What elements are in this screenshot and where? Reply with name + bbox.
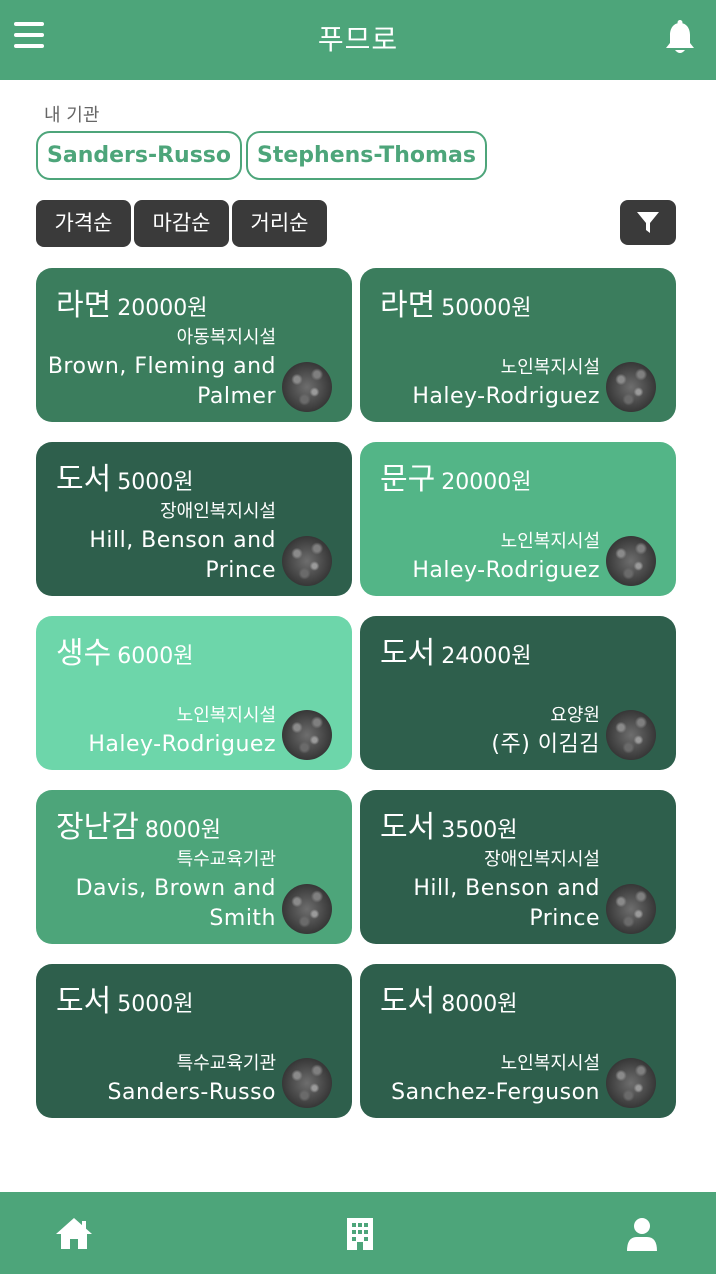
card-institution-type: 노인복지시설	[500, 357, 600, 378]
card-institution-name: (주) 이김김	[491, 732, 600, 757]
institution-avatar	[282, 362, 332, 412]
card-institution-info: 노인복지시설 Haley-Rodriguez	[46, 702, 276, 760]
card-institution-info: 노인복지시설 Haley-Rodriguez	[370, 354, 600, 412]
card-institution-type: 노인복지시설	[500, 1053, 600, 1074]
card-price: 20000원	[117, 296, 208, 321]
card-category: 도서	[56, 984, 112, 1019]
card-institution-info: 노인복지시설 Sanchez-Ferguson	[370, 1050, 600, 1108]
card-institution-name: Haley-Rodriguez	[412, 384, 600, 409]
bell-icon[interactable]	[664, 20, 700, 56]
card-price: 20000원	[441, 470, 532, 495]
card-institution-type: 장애인복지시설	[484, 849, 600, 870]
card-institution-type: 특수교육기관	[176, 1053, 276, 1074]
card-category: 도서	[380, 810, 436, 845]
card-institution-type: 아동복지시설	[176, 327, 276, 348]
institution-avatar	[282, 710, 332, 760]
card-institution-name: Sanchez-Ferguson	[391, 1080, 600, 1105]
card-category: 생수	[56, 636, 112, 671]
card-price: 5000원	[117, 470, 194, 495]
card-institution-name: Haley-Rodriguez	[88, 732, 276, 757]
sort-by-price-button[interactable]: 가격순	[36, 200, 131, 247]
card-institution-name: Davis, Brown and Smith	[75, 876, 276, 931]
institution-avatar	[606, 884, 656, 934]
card-title: 도서 3500원	[380, 802, 517, 846]
card-institution-info: 장애인복지시설 Hill, Benson and Prince	[370, 846, 600, 934]
institution-chip[interactable]: Stephens-Thomas	[246, 131, 487, 180]
donation-card[interactable]: 도서 5000원장애인복지시설 Hill, Benson and Prince	[36, 442, 352, 596]
institution-avatar	[606, 1058, 656, 1108]
institution-avatar	[606, 536, 656, 586]
card-price: 6000원	[117, 644, 194, 669]
card-price: 8000원	[441, 992, 518, 1017]
card-institution-name: Haley-Rodriguez	[412, 558, 600, 583]
card-category: 도서	[380, 984, 436, 1019]
card-institution-type: 노인복지시설	[176, 705, 276, 726]
card-institution-info: 노인복지시설 Haley-Rodriguez	[370, 528, 600, 586]
card-price: 5000원	[117, 992, 194, 1017]
card-institution-type: 노인복지시설	[500, 531, 600, 552]
card-title: 생수 6000원	[56, 628, 193, 672]
card-category: 도서	[380, 636, 436, 671]
card-institution-info: 특수교육기관 Davis, Brown and Smith	[46, 846, 276, 934]
card-title: 문구 20000원	[380, 454, 531, 498]
card-title: 장난감 8000원	[56, 802, 221, 846]
donation-card[interactable]: 도서 24000원요양원 (주) 이김김	[360, 616, 676, 770]
donation-card[interactable]: 도서 3500원장애인복지시설 Hill, Benson and Prince	[360, 790, 676, 944]
card-title: 라면 20000원	[56, 280, 207, 324]
card-institution-type: 특수교육기관	[176, 849, 276, 870]
card-institution-name: Brown, Fleming and Palmer	[47, 354, 276, 409]
institution-avatar	[282, 1058, 332, 1108]
card-institution-info: 요양원 (주) 이김김	[370, 702, 600, 760]
card-title: 도서 24000원	[380, 628, 531, 672]
filter-button[interactable]	[620, 200, 676, 245]
app-title: 푸므로	[317, 23, 399, 56]
sort-by-distance-button[interactable]: 거리순	[232, 200, 327, 247]
card-institution-info: 장애인복지시설 Hill, Benson and Prince	[46, 498, 276, 586]
card-institution-name: Hill, Benson and Prince	[413, 876, 600, 931]
card-institution-name: Hill, Benson and Prince	[89, 528, 276, 583]
user-icon[interactable]	[624, 1216, 664, 1252]
card-price: 24000원	[441, 644, 532, 669]
card-institution-info: 특수교육기관 Sanders-Russo	[46, 1050, 276, 1108]
card-category: 도서	[56, 462, 112, 497]
sort-by-deadline-button[interactable]: 마감순	[134, 200, 229, 247]
card-category: 라면	[380, 288, 436, 323]
bottom-navigation	[0, 1192, 716, 1274]
card-price: 3500원	[441, 818, 518, 843]
donation-card[interactable]: 문구 20000원노인복지시설 Haley-Rodriguez	[360, 442, 676, 596]
app-header: 푸므로	[0, 0, 716, 80]
card-title: 도서 5000원	[56, 454, 193, 498]
card-institution-name: Sanders-Russo	[107, 1080, 276, 1105]
institution-avatar	[282, 884, 332, 934]
card-category: 장난감	[56, 810, 139, 845]
institution-avatar	[606, 362, 656, 412]
institution-chip[interactable]: Sanders-Russo	[36, 131, 243, 180]
card-price: 8000원	[144, 818, 222, 843]
institution-avatar	[282, 536, 332, 586]
card-category: 라면	[56, 288, 112, 323]
donation-card[interactable]: 도서 8000원노인복지시설 Sanchez-Ferguson	[360, 964, 676, 1118]
building-icon[interactable]	[344, 1216, 384, 1252]
donation-card[interactable]: 도서 5000원특수교육기관 Sanders-Russo	[36, 964, 352, 1118]
card-title: 라면 50000원	[380, 280, 531, 324]
card-institution-type: 요양원	[550, 705, 600, 726]
institution-avatar	[606, 710, 656, 760]
donation-card[interactable]: 라면 20000원아동복지시설 Brown, Fleming and Palmer	[36, 268, 352, 422]
home-icon[interactable]	[54, 1216, 94, 1252]
filter-icon	[637, 212, 659, 233]
card-price: 50000원	[441, 296, 532, 321]
card-title: 도서 8000원	[380, 976, 517, 1020]
donation-card[interactable]: 라면 50000원노인복지시설 Haley-Rodriguez	[360, 268, 676, 422]
donation-card[interactable]: 생수 6000원노인복지시설 Haley-Rodriguez	[36, 616, 352, 770]
card-institution-info: 아동복지시설 Brown, Fleming and Palmer	[46, 324, 276, 412]
donation-card[interactable]: 장난감 8000원특수교육기관 Davis, Brown and Smith	[36, 790, 352, 944]
my-institutions-label: 내 기관	[44, 105, 100, 126]
card-category: 문구	[380, 462, 436, 497]
card-institution-type: 장애인복지시설	[160, 501, 276, 522]
card-title: 도서 5000원	[56, 976, 193, 1020]
